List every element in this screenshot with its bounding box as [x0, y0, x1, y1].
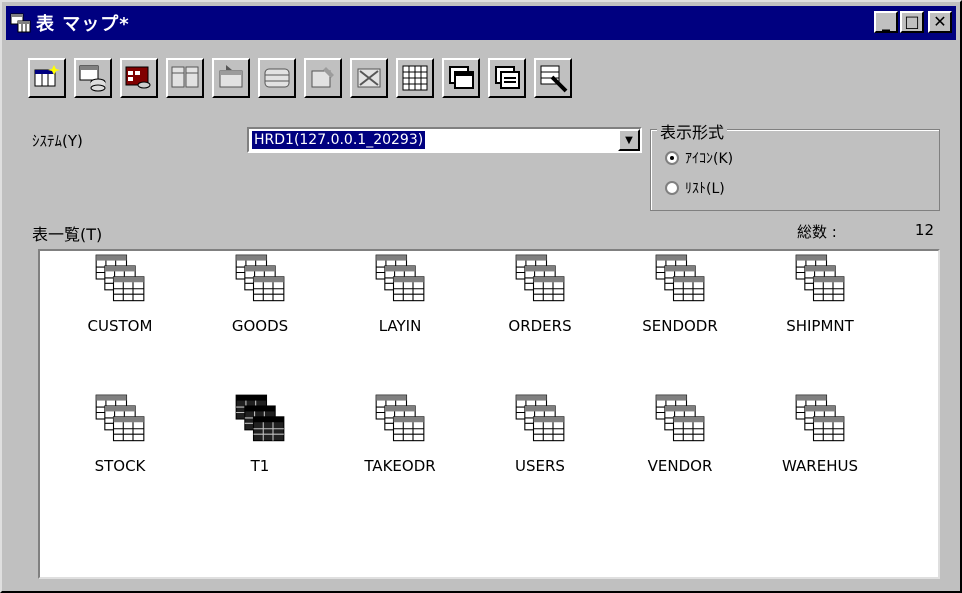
table-item[interactable]: LAYIN [330, 253, 470, 393]
toolbar-button-4[interactable] [166, 58, 204, 98]
table-map-icon [10, 13, 31, 33]
table-icon[interactable] [374, 393, 426, 445]
radio-list-view[interactable]: ﾘｽﾄ(L) [665, 178, 725, 198]
minimize-button[interactable]: _ [874, 11, 898, 33]
toolbar-button-2[interactable] [74, 58, 112, 98]
copy-icon [449, 66, 474, 89]
table-database-icon [79, 65, 106, 92]
table-icon[interactable] [94, 393, 146, 445]
table-edit-icon [311, 67, 334, 88]
radio-button-selected[interactable] [665, 151, 679, 165]
table-item[interactable]: GOODS [190, 253, 330, 393]
close-button[interactable]: ✕ [928, 11, 952, 33]
table-item-label: SENDODR [642, 317, 718, 335]
table-structure-icon [264, 68, 290, 88]
total-count-value: 12 [914, 221, 934, 239]
new-table-icon [34, 65, 60, 87]
table-map-window: 表 マップ* _ □ ✕ ｼｽﾃﾑ(Y) HRD1(127.0.0.1_2029… [0, 0, 962, 593]
table-item[interactable]: T1 [190, 393, 330, 533]
table-icon[interactable] [234, 253, 286, 305]
radio-icon-view[interactable]: ｱｲｺﾝ(K) [665, 148, 733, 168]
table-item-label: VENDOR [647, 457, 713, 475]
table-export-icon [171, 66, 199, 88]
table-item-label: WAREHUS [782, 457, 858, 475]
table-item[interactable]: STOCK [50, 393, 190, 533]
table-item[interactable]: SENDODR [610, 253, 750, 393]
table-icon[interactable] [94, 253, 146, 305]
radio-icon-view-label: ｱｲｺﾝ(K) [685, 151, 734, 167]
toolbar-button-7[interactable] [304, 58, 342, 98]
radio-list-view-label: ﾘｽﾄ(L) [685, 181, 725, 197]
total-count-label: 総数 : [797, 223, 837, 241]
toolbar [28, 58, 580, 98]
table-item[interactable]: SHIPMNT [750, 253, 890, 393]
table-item-label: CUSTOM [87, 317, 153, 335]
table-icon[interactable] [514, 253, 566, 305]
display-format-label: 表示形式 [657, 119, 728, 143]
toolbar-button-8[interactable] [350, 58, 388, 98]
toolbar-button-11[interactable] [488, 58, 526, 98]
table-import-icon [219, 65, 243, 88]
radio-button[interactable] [665, 181, 679, 195]
table-item[interactable]: VENDOR [610, 393, 750, 533]
tool-settings-icon [540, 65, 568, 93]
toolbar-button-3[interactable] [120, 58, 158, 98]
toolbar-button-10[interactable] [442, 58, 480, 98]
dropdown-arrow-icon[interactable]: ▼ [618, 129, 640, 151]
grid-view-icon [402, 65, 428, 91]
table-item[interactable]: TAKEODR [330, 393, 470, 533]
toolbar-button-9[interactable] [396, 58, 434, 98]
table-item-label: USERS [515, 457, 565, 475]
table-icon[interactable] [654, 393, 706, 445]
table-dark-icon[interactable] [234, 393, 286, 445]
toolbar-button-1[interactable] [28, 58, 66, 98]
table-item[interactable]: ORDERS [470, 253, 610, 393]
paste-icon [495, 66, 520, 89]
table-item[interactable]: USERS [470, 393, 610, 533]
table-item-label: ORDERS [508, 317, 572, 335]
table-icon[interactable] [794, 253, 846, 305]
table-item-label: GOODS [231, 317, 289, 335]
toolbar-button-5[interactable] [212, 58, 250, 98]
database-grid-icon [125, 66, 151, 89]
table-list-label: 表一覧(T) [32, 225, 103, 244]
table-item[interactable]: CUSTOM [50, 253, 190, 393]
table-icon[interactable] [794, 393, 846, 445]
system-label: ｼｽﾃﾑ(Y) [32, 132, 83, 150]
table-item-label: TAKEODR [364, 457, 436, 475]
table-icon[interactable] [374, 253, 426, 305]
table-icon[interactable] [514, 393, 566, 445]
system-combobox-value[interactable]: HRD1(127.0.0.1_20293) [252, 131, 426, 149]
table-item-label: LAYIN [378, 317, 422, 335]
window-title: 表 マップ* [36, 14, 130, 35]
table-icon[interactable] [654, 253, 706, 305]
toolbar-button-12[interactable] [534, 58, 572, 98]
toolbar-button-6[interactable] [258, 58, 296, 98]
table-item[interactable]: WAREHUS [750, 393, 890, 533]
table-listview[interactable]: CUSTOM GOODS LAYIN ORDERS SENDODR SHIPMNT STOC… [38, 249, 940, 579]
table-item-label: STOCK [94, 457, 146, 475]
maximize-button[interactable]: □ [900, 11, 924, 33]
display-format-group: 表示形式 ｱｲｺﾝ(K) ﾘｽﾄ(L) [650, 119, 940, 211]
title-bar[interactable]: 表 マップ* _ □ ✕ [6, 6, 956, 40]
table-delete-icon [357, 68, 381, 88]
table-item-label: SHIPMNT [786, 317, 854, 335]
system-combobox[interactable]: HRD1(127.0.0.1_20293) ▼ [247, 127, 642, 153]
table-item-label: T1 [250, 457, 270, 475]
